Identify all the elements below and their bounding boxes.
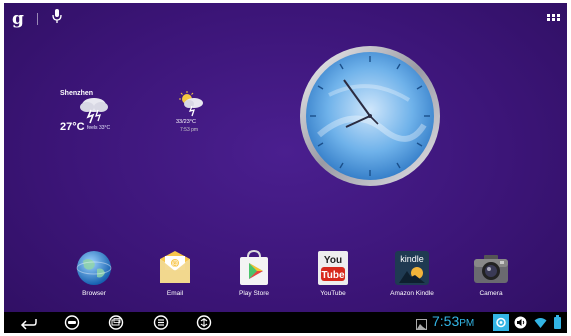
app-label: YouTube <box>320 290 346 297</box>
settings-shortcut-icon[interactable] <box>493 314 509 333</box>
app-amazon-kindle[interactable]: kindle Amazon Kindle <box>382 249 442 297</box>
weather-temperature: 27°C <box>60 121 85 133</box>
battery-icon[interactable] <box>554 315 561 333</box>
weather-temperature-range: 33/23°C <box>176 119 196 125</box>
sun-thunderstorm-icon <box>179 91 203 117</box>
weather-widget-small[interactable]: 33/23°C 7:53 pm <box>172 91 217 141</box>
app-play-store[interactable]: Play Store <box>224 249 284 297</box>
app-label: Email <box>166 290 184 297</box>
analog-clock-widget[interactable] <box>299 45 441 187</box>
app-email[interactable]: @ Email <box>145 249 205 297</box>
wifi-icon[interactable] <box>534 316 547 333</box>
email-icon: @ <box>160 251 190 283</box>
screenshot-icon[interactable] <box>196 315 212 333</box>
svg-text:Tube: Tube <box>321 270 345 281</box>
home-icon[interactable] <box>64 315 80 333</box>
gallery-notification-icon[interactable] <box>416 317 427 333</box>
app-camera[interactable]: Camera <box>461 249 521 297</box>
svg-text:kindle: kindle <box>400 254 424 264</box>
youtube-icon: You Tube <box>318 251 348 285</box>
kindle-icon: kindle <box>395 251 429 285</box>
recent-apps-icon[interactable] <box>108 315 124 333</box>
thunderstorm-icon <box>80 98 108 124</box>
home-screen: g Shenzhen 27°C feels 33°C 33/23°C 7:53 … <box>4 3 567 333</box>
back-icon[interactable] <box>19 315 37 333</box>
app-label: Play Store <box>239 290 269 297</box>
app-drawer-icon[interactable] <box>547 12 560 30</box>
system-bar: 7:53PM <box>4 312 567 333</box>
svg-text:@: @ <box>171 261 178 268</box>
weather-feels-like: feels 33°C <box>87 125 111 131</box>
app-label: Camera <box>479 290 503 297</box>
app-label: Browser <box>82 290 106 297</box>
voice-search-icon[interactable] <box>52 9 62 29</box>
play-store-icon <box>240 249 268 285</box>
weather-widget-large[interactable]: Shenzhen 27°C feels 33°C <box>55 88 125 138</box>
menu-icon[interactable] <box>153 315 169 333</box>
camera-icon <box>474 255 508 283</box>
app-browser[interactable]: Browser <box>64 249 124 297</box>
search-divider <box>37 13 38 25</box>
volume-icon[interactable] <box>514 316 527 333</box>
app-label: Amazon Kindle <box>390 290 434 297</box>
google-search-icon[interactable]: g <box>12 9 24 29</box>
weather-updated-time: 7:53 pm <box>180 127 199 133</box>
globe-icon <box>76 251 112 285</box>
app-youtube[interactable]: You Tube YouTube <box>303 249 363 297</box>
status-clock[interactable]: 7:53PM <box>432 313 474 329</box>
svg-text:You: You <box>324 255 342 266</box>
